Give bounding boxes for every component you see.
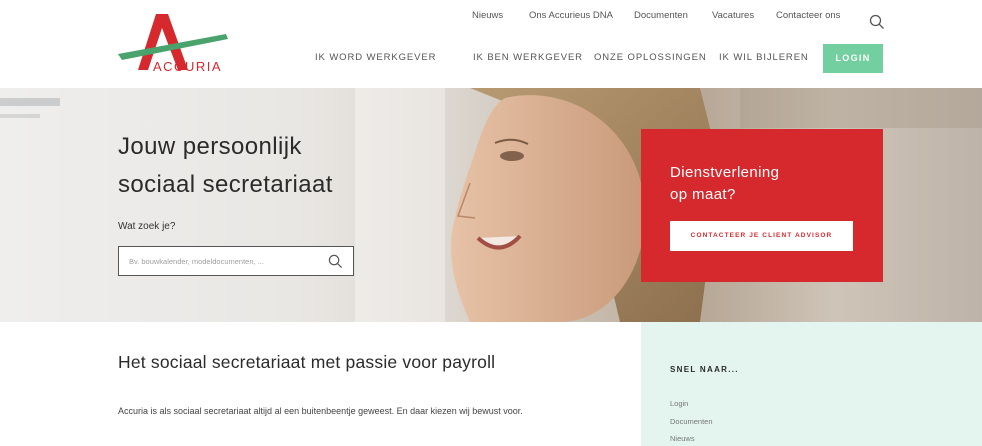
top-nav-documenten[interactable]: Documenten [634,10,688,21]
quick-link-documenten[interactable]: Documenten [670,417,713,426]
search-box [118,246,354,276]
cta-title: Dienstverlening op maat? [670,162,779,206]
search-submit-icon[interactable] [328,254,343,269]
hero-banner: Jouw persoonlijk sociaal secretariaat Wa… [0,88,982,322]
cta-panel: Dienstverlening op maat? CONTACTEER JE C… [641,129,883,282]
top-nav-ons-accurieus-dna[interactable]: Ons Accurieus DNA [529,10,613,21]
hero-title-line-1: Jouw persoonlijk [118,133,302,160]
search-icon[interactable] [869,14,885,30]
quick-links-title: SNEL NAAR... [670,365,739,374]
cta-title-line-2: op maat? [670,186,736,203]
quick-link-nieuws[interactable]: Nieuws [670,434,695,443]
section-title: Het sociaal secretariaat met passie voor… [118,352,496,372]
top-navigation: Nieuws Ons Accurieus DNA Documenten Vaca… [0,10,982,29]
hero-title-line-2: sociaal secretariaat [118,171,333,198]
site-header: ACCURIA Nieuws Ons Accurieus DNA Documen… [0,0,982,88]
cta-title-line-1: Dienstverlening [670,164,780,181]
quick-link-login[interactable]: Login [670,399,688,408]
top-nav-vacatures[interactable]: Vacatures [712,10,754,21]
quick-links-panel: SNEL NAAR... Login Documenten Nieuws [641,322,982,446]
nav-ik-word-werkgever[interactable]: IK WORD WERKGEVER [315,52,436,63]
top-nav-nieuws[interactable]: Nieuws [472,10,503,21]
nav-ik-wil-bijleren[interactable]: IK WIL BIJLEREN [719,52,809,63]
search-input[interactable] [129,247,319,275]
section-intro-text: Accuria is als sociaal secretariaat alti… [118,406,523,416]
hero-title: Jouw persoonlijk sociaal secretariaat [118,128,333,204]
nav-ik-ben-werkgever[interactable]: IK BEN WERKGEVER [473,52,583,63]
search-label: Wat zoek je? [118,221,176,232]
login-button[interactable]: LOGIN [823,44,883,73]
nav-onze-oplossingen[interactable]: ONZE OPLOSSINGEN [594,52,707,63]
contact-client-advisor-button[interactable]: CONTACTEER JE CLIENT ADVISOR [670,221,853,251]
top-nav-contacteer-ons[interactable]: Contacteer ons [776,10,840,21]
